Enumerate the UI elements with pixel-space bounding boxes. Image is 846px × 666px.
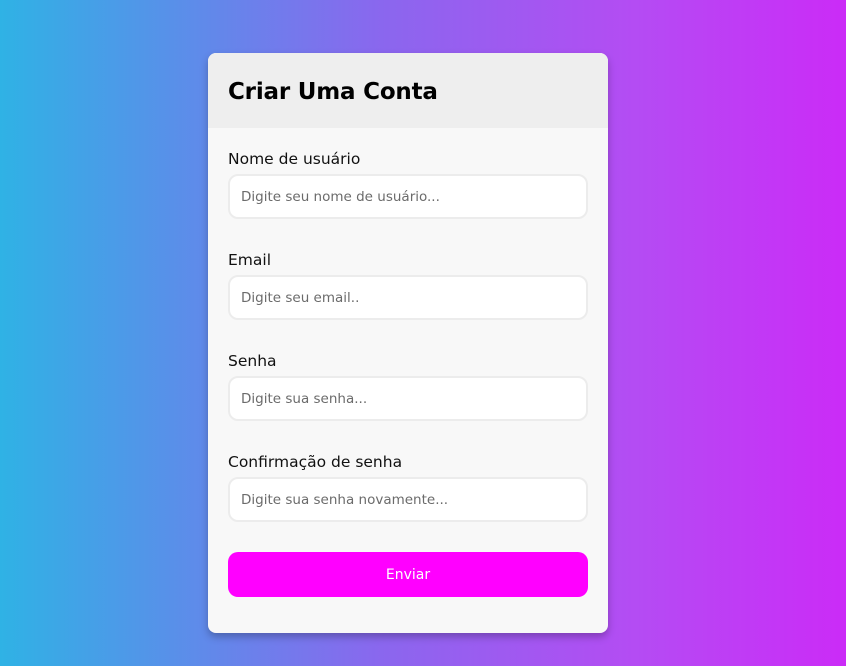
- password-input[interactable]: [228, 376, 588, 421]
- password-label: Senha: [228, 352, 277, 370]
- submit-button[interactable]: Enviar: [228, 552, 588, 597]
- email-field-group: Email: [228, 249, 588, 320]
- confirm-password-label: Confirmação de senha: [228, 453, 403, 471]
- email-label: Email: [228, 251, 272, 269]
- form-title: Criar Uma Conta: [228, 78, 438, 105]
- signup-form: Nome de usuário Email Senha Confirmação …: [208, 128, 608, 597]
- page-background: { "form": { "title": "Criar Uma Conta", …: [0, 0, 846, 666]
- password-field-group: Senha: [228, 350, 588, 421]
- signup-card: Criar Uma Conta Nome de usuário Email Se…: [208, 53, 608, 633]
- username-field-group: Nome de usuário: [228, 148, 588, 219]
- username-label: Nome de usuário: [228, 150, 361, 168]
- card-header: Criar Uma Conta: [208, 53, 608, 128]
- email-input[interactable]: [228, 275, 588, 320]
- confirm-password-input[interactable]: [228, 477, 588, 522]
- confirm-password-field-group: Confirmação de senha: [228, 451, 588, 522]
- username-input[interactable]: [228, 174, 588, 219]
